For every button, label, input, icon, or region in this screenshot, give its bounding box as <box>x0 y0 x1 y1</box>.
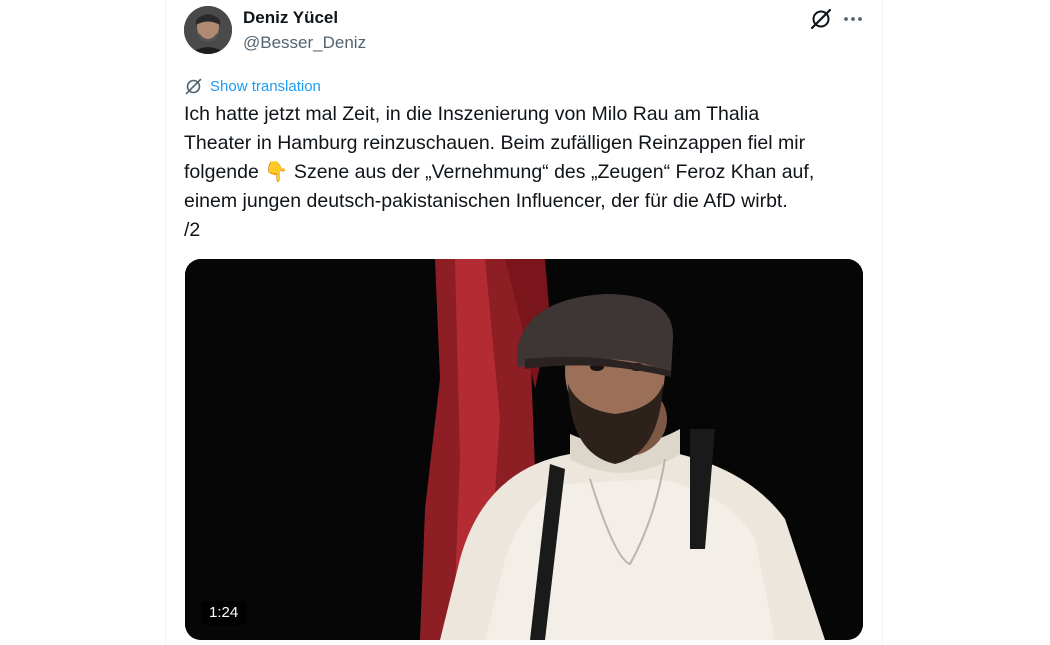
display-name[interactable]: Deniz Yücel <box>243 8 338 28</box>
show-translation-link[interactable]: Show translation <box>210 78 321 95</box>
video-thumbnail <box>185 259 863 640</box>
more-icon <box>844 17 862 21</box>
user-handle[interactable]: @Besser_Deniz <box>243 33 366 53</box>
video-player[interactable] <box>185 259 863 640</box>
avatar-image <box>184 6 232 54</box>
grok-icon <box>810 8 832 30</box>
video-duration-badge: 1:24 <box>201 601 247 625</box>
tweet-text: Ich hatte jetzt mal Zeit, in die Inszeni… <box>184 103 815 241</box>
grok-button[interactable] <box>808 6 834 32</box>
show-translation-row[interactable]: Show translation <box>184 76 321 96</box>
translate-icon <box>185 78 202 94</box>
more-options-button[interactable] <box>840 6 866 32</box>
avatar[interactable] <box>184 6 232 54</box>
